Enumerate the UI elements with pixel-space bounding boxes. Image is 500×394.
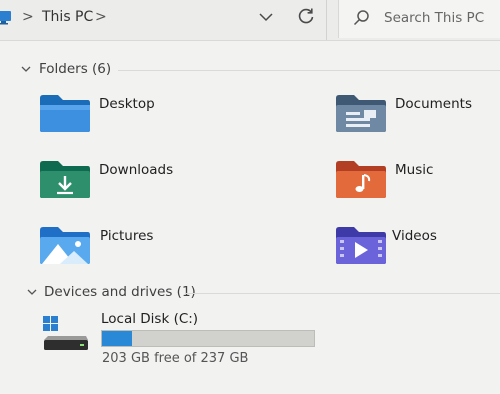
drives-section-title: Devices and drives (1)	[44, 284, 196, 300]
folder-desktop[interactable]: Desktop	[38, 88, 238, 136]
search-box[interactable]: Search This PC	[338, 0, 500, 38]
folder-label-documents: Documents	[395, 96, 472, 112]
chevron-down-icon[interactable]	[20, 64, 32, 74]
drive-icon	[40, 314, 90, 356]
folders-section-title: Folders (6)	[39, 61, 112, 77]
folder-music[interactable]: Music	[334, 154, 500, 202]
drive-usage-fill	[102, 331, 132, 346]
address-bar[interactable]: > This PC >	[0, 0, 326, 36]
breadcrumb-separator-icon[interactable]: >	[22, 9, 34, 25]
search-icon	[353, 9, 371, 27]
folder-label-videos: Videos	[392, 228, 437, 244]
toolbar-divider	[326, 0, 327, 40]
folder-label-pictures: Pictures	[100, 228, 154, 244]
documents-folder-icon	[334, 92, 388, 134]
videos-folder-icon	[334, 224, 388, 266]
downloads-folder-icon	[38, 158, 92, 200]
refresh-icon[interactable]	[296, 6, 316, 26]
chevron-down-icon[interactable]	[258, 10, 274, 24]
folder-downloads[interactable]: Downloads	[38, 154, 238, 202]
pictures-folder-icon	[38, 224, 92, 266]
section-divider	[118, 70, 500, 71]
chevron-down-icon[interactable]	[26, 287, 38, 297]
folder-documents[interactable]: Documents	[334, 88, 500, 136]
section-divider	[186, 293, 500, 294]
this-pc-icon	[0, 10, 12, 26]
folder-videos[interactable]: Videos	[334, 220, 500, 268]
desktop-folder-icon	[38, 92, 92, 134]
music-folder-icon	[334, 158, 388, 200]
drive-usage-bar	[101, 330, 315, 347]
breadcrumb-chevron-icon[interactable]: >	[95, 9, 107, 25]
drive-free-space: 203 GB free of 237 GB	[102, 351, 249, 366]
search-input[interactable]: Search This PC	[384, 10, 484, 26]
breadcrumb-this-pc[interactable]: This PC	[42, 9, 93, 25]
folder-label-desktop: Desktop	[99, 96, 155, 112]
folder-pictures[interactable]: Pictures	[38, 220, 238, 268]
folder-label-music: Music	[395, 162, 434, 178]
drive-label: Local Disk (C:)	[101, 311, 199, 327]
folder-label-downloads: Downloads	[99, 162, 174, 178]
